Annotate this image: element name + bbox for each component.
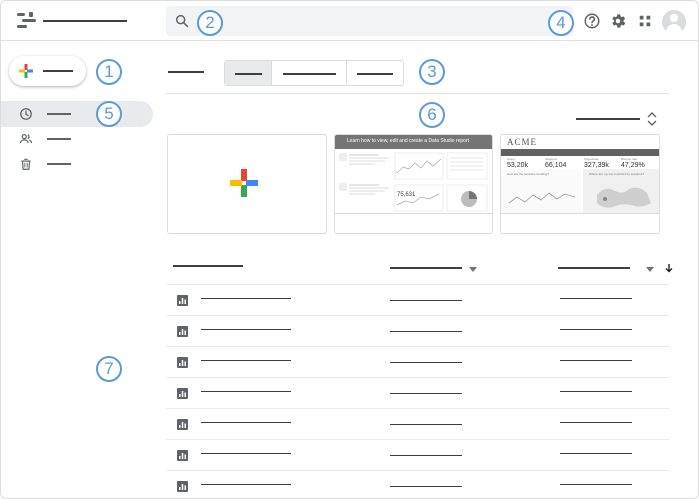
tutorial-thumb-preview (339, 152, 488, 212)
sort-arrows-icon[interactable] (646, 111, 658, 127)
acme-chart1-title: How are the sessions trending? (507, 172, 550, 176)
product-name-placeholder (43, 20, 127, 22)
plus-icon (230, 169, 258, 197)
column-header-owner[interactable] (390, 267, 462, 269)
table-row[interactable] (166, 377, 669, 408)
search-icon[interactable] (174, 13, 190, 29)
plus-icon (19, 64, 33, 78)
column-header-name[interactable] (173, 265, 243, 267)
callout-1: 1 (96, 59, 122, 85)
report-icon (177, 481, 188, 492)
tab-shared-with-me[interactable] (347, 61, 403, 85)
report-icon (177, 419, 188, 430)
report-icon (177, 357, 188, 368)
sort-descending-icon[interactable] (664, 263, 674, 273)
tile-footer (501, 213, 659, 233)
table-row[interactable] (166, 408, 669, 439)
sidebar-item-label-placeholder (47, 113, 71, 115)
report-icon (177, 326, 188, 337)
date-filter-dropdown-icon[interactable] (646, 267, 654, 272)
toolbar-divider (166, 93, 669, 94)
sidebar-item-trash[interactable] (1, 151, 153, 177)
tab-owned-by-me[interactable] (272, 61, 347, 85)
avatar-icon[interactable] (662, 10, 686, 34)
table-row[interactable] (166, 470, 669, 498)
column-header-last-opened[interactable] (558, 267, 630, 269)
search-bar[interactable] (166, 6, 573, 36)
create-button[interactable] (9, 56, 86, 86)
tutorial-metric: 75,631 (397, 192, 416, 198)
report-icon (177, 450, 188, 461)
sidebar-item-label-placeholder (47, 138, 71, 140)
acme-chart2-title: Where are my top countries by sessions? (589, 172, 645, 176)
top-app-bar (1, 1, 698, 41)
gear-icon[interactable] (609, 12, 627, 30)
tab-all[interactable] (225, 61, 272, 85)
people-icon (19, 134, 33, 144)
table-row[interactable] (166, 284, 669, 315)
callout-6: 6 (419, 102, 445, 128)
tile-footer (335, 213, 492, 233)
tutorial-thumb-header: Learn how to view, edit and create a Dat… (335, 135, 492, 149)
template-acme-report[interactable]: ACME Users 53,20k Sessions 66,104 Pagevi… (500, 134, 660, 234)
clock-icon (20, 108, 32, 120)
table-row[interactable] (166, 439, 669, 470)
callout-4: 4 (548, 10, 574, 36)
view-filter-tabs (224, 60, 404, 86)
sidebar-item-recent[interactable] (1, 101, 153, 127)
sidebar-item-shared[interactable] (1, 126, 153, 152)
apps-grid-icon[interactable] (636, 12, 654, 30)
template-gallery-link-placeholder[interactable] (576, 118, 640, 120)
callout-5: 5 (96, 101, 122, 127)
create-button-label-placeholder (43, 70, 73, 72)
template-tutorial-report[interactable]: Learn how to view, edit and create a Dat… (334, 134, 493, 234)
table-row[interactable] (166, 315, 669, 346)
table-row[interactable] (166, 346, 669, 377)
callout-3: 3 (419, 59, 445, 85)
page-title-placeholder (168, 71, 204, 73)
report-icon (177, 295, 188, 306)
owner-filter-dropdown-icon[interactable] (469, 267, 477, 272)
acme-thumb-bar (501, 149, 659, 156)
callout-7: 7 (96, 356, 122, 382)
help-icon[interactable] (583, 12, 601, 30)
app-window: Learn how to view, edit and create a Dat… (0, 0, 699, 499)
report-icon (177, 388, 188, 399)
acme-logo: ACME (507, 137, 538, 147)
sidebar-item-label-placeholder (47, 163, 71, 165)
tutorial-heading: Learn how to view, edit and create a Dat… (347, 138, 470, 144)
trash-icon (21, 158, 31, 170)
callout-2: 2 (197, 10, 223, 36)
data-studio-logo-icon[interactable] (17, 12, 37, 30)
